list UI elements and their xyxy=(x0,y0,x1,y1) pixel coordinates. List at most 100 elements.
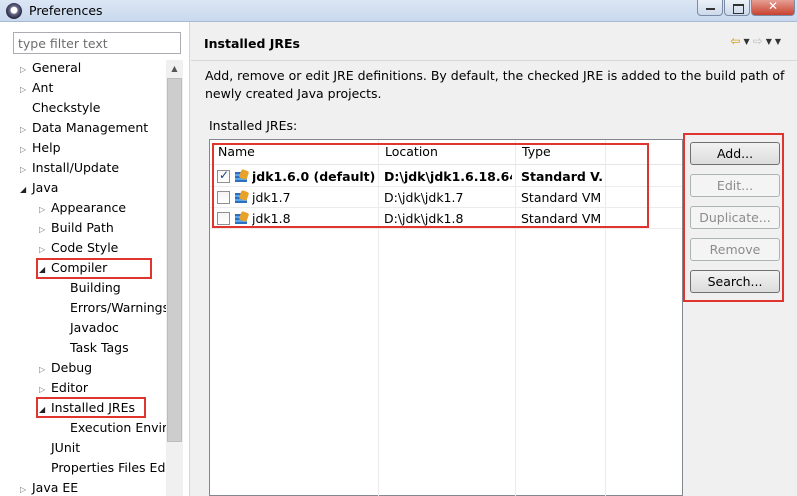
page-nav-tools: ⇦ ▼ ⇨ ▼ ▼ xyxy=(730,34,781,48)
column-header-name[interactable]: Name xyxy=(218,144,255,159)
expand-arrow-icon[interactable]: ▷ xyxy=(20,160,32,179)
preferences-tree: ▷ General ▷ Ant Checkstyle ▷ Data Management ▷ H… xyxy=(20,58,166,496)
page-description: Add, remove or edit JRE definitions. By … xyxy=(205,68,785,101)
expand-arrow-icon[interactable]: ▷ xyxy=(20,140,32,159)
jre-table[interactable]: Name Location Type jdk1.6.0 (default) D:\… xyxy=(209,139,683,496)
jre-checkbox[interactable] xyxy=(217,212,230,225)
tree-item[interactable]: ▷ Install/Update xyxy=(20,158,119,178)
tree-item-label: Javadoc xyxy=(70,320,119,335)
tree-item-label: Install/Update xyxy=(32,160,120,175)
window-controls xyxy=(696,0,795,16)
collapse-arrow-icon[interactable]: ◢ xyxy=(39,400,51,419)
tree-item-label: Properties Files Editor xyxy=(51,460,166,475)
tree-item-label: Build Path xyxy=(51,220,114,235)
tree-item-label: Java EE xyxy=(32,480,79,495)
jre-checkbox[interactable] xyxy=(217,168,230,183)
tree-item[interactable]: ▷ Editor xyxy=(39,378,88,398)
cell-type: Standard VM xyxy=(521,190,602,205)
jre-library-icon xyxy=(234,170,248,183)
tree-item-label: Debug xyxy=(51,360,93,375)
tree-item[interactable]: Errors/Warnings xyxy=(58,298,166,318)
column-header-type[interactable]: Type xyxy=(522,144,551,159)
expand-arrow-icon[interactable]: ▷ xyxy=(39,240,51,259)
view-menu-icon[interactable]: ▼ xyxy=(775,37,781,46)
installed-jres-page: Installed JREs ⇦ ▼ ⇨ ▼ ▼ Add, remove or … xyxy=(191,22,797,496)
tree-item-label: General xyxy=(32,60,82,75)
tree-item-label: Execution Environments xyxy=(70,420,166,435)
cell-name: jdk1.7 xyxy=(252,190,291,205)
tree-item-label: Compiler xyxy=(51,260,108,275)
chevron-down-icon[interactable]: ▼ xyxy=(766,37,772,46)
filter-input[interactable] xyxy=(13,32,181,54)
cell-name: jdk1.6.0 (default) xyxy=(252,169,376,184)
expand-arrow-icon[interactable]: ▷ xyxy=(20,120,32,139)
tree-item[interactable]: ◢ Java xyxy=(20,178,58,198)
expand-arrow-icon[interactable]: ▷ xyxy=(39,220,51,239)
tree-item-label: Appearance xyxy=(51,200,127,215)
arrow-left-icon[interactable]: ⇦ xyxy=(730,34,740,48)
duplicate-button[interactable]: Duplicate... xyxy=(690,206,780,229)
tree-item[interactable]: ▷ Help xyxy=(20,138,61,158)
window-title: Preferences xyxy=(29,3,103,18)
cell-type: Standard VM xyxy=(521,211,602,226)
cell-location: D:\jdk\jdk1.8 xyxy=(384,211,464,226)
tree-item-label: Help xyxy=(32,140,61,155)
search-button[interactable]: Search... xyxy=(690,270,780,293)
jre-library-icon xyxy=(234,212,248,225)
expand-arrow-icon[interactable]: ▷ xyxy=(39,380,51,399)
tree-item[interactable]: Execution Environments xyxy=(58,418,166,438)
minimize-button[interactable] xyxy=(697,0,723,16)
arrow-right-icon[interactable]: ⇨ xyxy=(753,34,763,48)
chevron-down-icon[interactable]: ▼ xyxy=(743,37,749,46)
tree-item[interactable]: Checkstyle xyxy=(20,98,100,118)
expand-arrow-icon[interactable]: ▷ xyxy=(20,80,32,99)
expand-arrow-icon[interactable]: ▷ xyxy=(39,200,51,219)
tree-item[interactable]: JUnit xyxy=(39,438,80,458)
tree-item-label: Editor xyxy=(51,380,88,395)
tree-item-label: Errors/Warnings xyxy=(70,300,166,315)
tree-item[interactable]: ▷ General xyxy=(20,58,81,78)
expand-arrow-icon[interactable]: ▷ xyxy=(39,360,51,379)
tree-item-label: Installed JREs xyxy=(51,400,136,415)
collapse-arrow-icon[interactable]: ◢ xyxy=(20,180,32,199)
table-row[interactable]: jdk1.7 D:\jdk\jdk1.7 Standard VM xyxy=(210,187,682,208)
tree-item[interactable]: Building xyxy=(58,278,121,298)
tree-item-label: Java xyxy=(32,180,59,195)
cell-location: D:\jdk\jdk1.6.18.64 xyxy=(384,169,512,184)
tree-item[interactable]: ▷ Debug xyxy=(39,358,92,378)
jre-list-label: Installed JREs: xyxy=(209,118,298,133)
page-title: Installed JREs xyxy=(204,36,301,51)
title-bar: Preferences xyxy=(0,0,797,22)
add-button[interactable]: Add... xyxy=(690,142,780,165)
close-button[interactable] xyxy=(751,0,795,16)
edit-button[interactable]: Edit... xyxy=(690,174,780,197)
expand-arrow-icon[interactable]: ▷ xyxy=(20,60,32,79)
tree-item[interactable]: ◢ Installed JREs xyxy=(39,398,135,418)
tree-item[interactable]: ▷ Data Management xyxy=(20,118,148,138)
divider xyxy=(191,60,797,61)
cell-location: D:\jdk\jdk1.7 xyxy=(384,190,464,205)
scrollbar-thumb[interactable] xyxy=(167,78,182,442)
expand-arrow-icon[interactable]: ▷ xyxy=(20,480,32,496)
tree-item[interactable]: Javadoc xyxy=(58,318,119,338)
scroll-up-icon[interactable]: ▲ xyxy=(166,60,183,77)
tree-item[interactable]: ▷ Appearance xyxy=(39,198,126,218)
tree-item-label: Data Management xyxy=(32,120,149,135)
tree-item[interactable]: ◢ Compiler xyxy=(39,258,107,278)
tree-item-label: Code Style xyxy=(51,240,119,255)
remove-button[interactable]: Remove xyxy=(690,238,780,261)
jre-checkbox[interactable] xyxy=(217,191,230,204)
column-header-location[interactable]: Location xyxy=(385,144,438,159)
maximize-button[interactable] xyxy=(724,0,750,16)
tree-item[interactable]: ▷ Code Style xyxy=(39,238,118,258)
tree-item[interactable]: ▷ Build Path xyxy=(39,218,114,238)
tree-item[interactable]: Properties Files Editor xyxy=(39,458,166,478)
jre-library-icon xyxy=(234,191,248,204)
tree-item[interactable]: ▷ Java EE xyxy=(20,478,78,496)
table-row[interactable]: jdk1.6.0 (default) D:\jdk\jdk1.6.18.64 Sta… xyxy=(210,166,682,187)
tree-item[interactable]: ▷ Ant xyxy=(20,78,53,98)
collapse-arrow-icon[interactable]: ◢ xyxy=(39,260,51,279)
tree-scrollbar[interactable]: ▲ xyxy=(166,60,183,496)
table-row[interactable]: jdk1.8 D:\jdk\jdk1.8 Standard VM xyxy=(210,208,682,229)
tree-item[interactable]: Task Tags xyxy=(58,338,129,358)
